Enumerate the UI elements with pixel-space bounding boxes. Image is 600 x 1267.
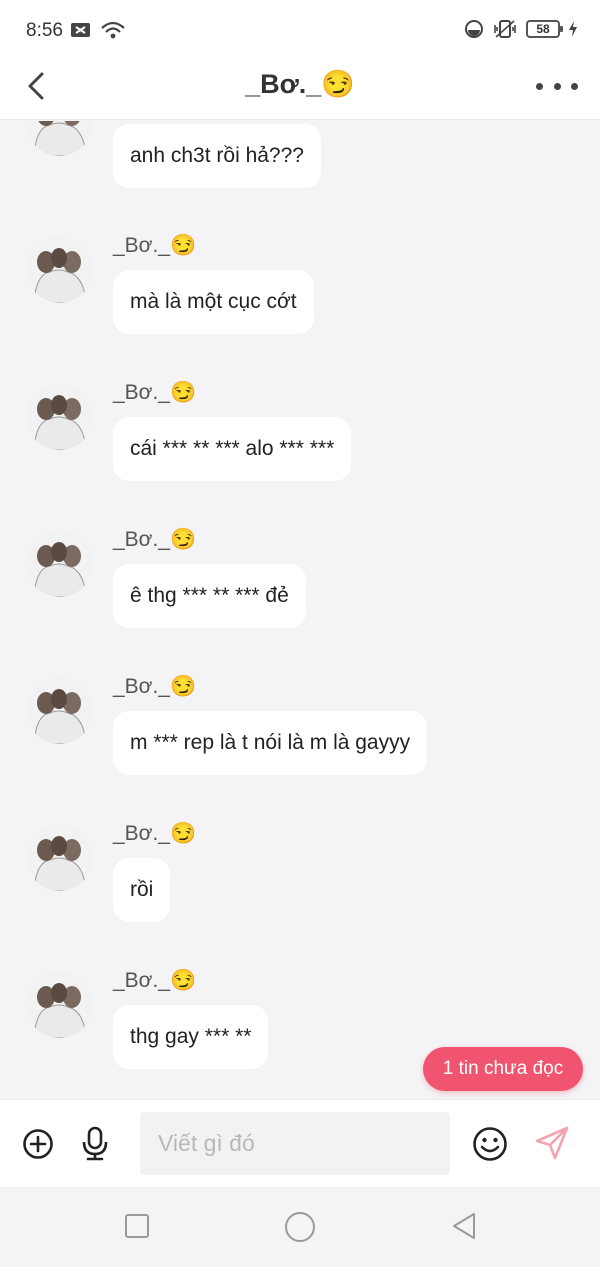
message-list[interactable]: anh ch3t rồi hả??? _Bơ._😏 mà là một cục …: [0, 121, 600, 1099]
sender-name: _Bơ._😏: [113, 528, 197, 551]
sender-name: _Bơ._😏: [113, 675, 197, 698]
message-bubble[interactable]: anh ch3t rồi hả???: [113, 124, 321, 188]
avatar[interactable]: [26, 530, 93, 597]
sender-name: _Bơ._😏: [113, 381, 197, 404]
battery-indicator: 58: [526, 20, 563, 38]
message-bubble[interactable]: rồi: [113, 858, 171, 922]
system-nav-bar: [0, 1187, 600, 1267]
sender-name: _Bơ._😏: [113, 822, 197, 845]
avatar[interactable]: [26, 971, 93, 1038]
send-button[interactable]: [533, 1124, 571, 1167]
status-time: 8:56: [26, 20, 63, 41]
charging-icon: [569, 21, 577, 37]
message-bubble[interactable]: thg gay *** **: [113, 1005, 269, 1069]
avatar[interactable]: [26, 121, 93, 156]
status-left-icons: [70, 20, 126, 40]
message-input[interactable]: [140, 1112, 450, 1175]
plus-circle-icon: [23, 1129, 53, 1159]
unread-messages-button[interactable]: 1 tin chưa đọc: [423, 1047, 583, 1091]
wifi-icon: [101, 21, 125, 39]
sender-name: _Bơ._😏: [113, 969, 197, 992]
avatar[interactable]: [26, 383, 93, 450]
recents-button[interactable]: [124, 1213, 150, 1244]
message-bubble[interactable]: cái *** ** *** alo *** ***: [113, 417, 352, 481]
voice-message-button[interactable]: [80, 1126, 110, 1167]
avatar[interactable]: [26, 824, 93, 891]
square-icon: [125, 1214, 149, 1238]
message-bubble[interactable]: ê thg *** ** *** đẻ: [113, 564, 306, 628]
message-bubble[interactable]: mà là một cục cớt: [113, 270, 314, 334]
smiley-icon: [473, 1127, 507, 1161]
status-right-icons: 58: [464, 19, 578, 39]
more-dot: [553, 82, 561, 90]
triangle-back-icon: [453, 1213, 475, 1239]
microphone-icon: [82, 1126, 108, 1161]
avatar[interactable]: [26, 677, 93, 744]
more-dot: [536, 82, 543, 90]
notification-icon: [71, 23, 90, 37]
message-bubble[interactable]: m *** rep là t nói là m là gayyy: [113, 711, 428, 775]
more-options-button[interactable]: [536, 68, 578, 104]
send-icon: [535, 1126, 569, 1160]
chat-title: _Bơ._😏: [245, 69, 355, 99]
sender-name: _Bơ._😏: [113, 234, 197, 257]
data-saver-icon: [465, 20, 483, 38]
home-button[interactable]: [284, 1211, 316, 1248]
emoji-button[interactable]: [472, 1126, 508, 1167]
status-bar: 8:56 58: [0, 0, 600, 58]
avatar[interactable]: [26, 236, 93, 303]
message-composer: [0, 1099, 600, 1187]
more-dot: [571, 82, 578, 90]
nav-back-button[interactable]: [450, 1211, 478, 1246]
vibrate-icon: [494, 20, 516, 38]
circle-icon: [285, 1212, 315, 1242]
chat-header: _Bơ._😏: [0, 58, 600, 120]
add-attachment-button[interactable]: [22, 1128, 54, 1165]
